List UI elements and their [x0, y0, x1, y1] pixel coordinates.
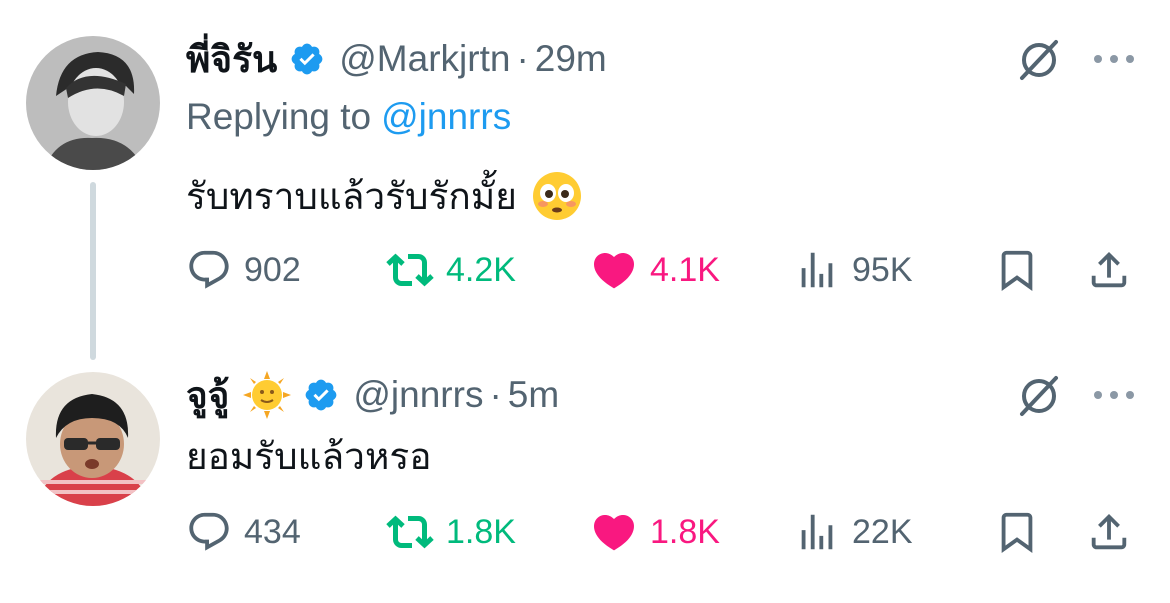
bookmark-button[interactable] — [994, 240, 1040, 300]
avatar[interactable] — [26, 36, 160, 170]
retweet-icon — [386, 253, 434, 287]
tweet-actions: 902 4.2K 4.1K 95K — [186, 240, 1134, 300]
share-button[interactable] — [1086, 240, 1132, 300]
avatar[interactable] — [26, 372, 160, 506]
verified-icon[interactable] — [303, 377, 339, 413]
views-count: 22K — [852, 512, 913, 551]
like-count: 1.8K — [650, 512, 720, 551]
replying-to-handle[interactable]: @jnnrrs — [381, 96, 511, 138]
sun-with-face-emoji — [243, 371, 292, 419]
flushed-face-emoji — [531, 170, 583, 222]
like-icon — [593, 515, 635, 551]
timestamp[interactable]: 29m — [535, 38, 607, 80]
views-button[interactable]: 95K — [794, 240, 913, 300]
tweet-text: รับทราบแล้วรับรักมั้ย — [186, 174, 517, 218]
tweet-body: ยอมรับแล้วหรอ — [186, 428, 431, 484]
more-icon[interactable] — [1090, 370, 1138, 420]
tweet-actions: 434 1.8K 1.8K 22K — [186, 502, 1134, 562]
tweet-header: พี่จิรัน @Markjrtn · 29m — [186, 34, 607, 84]
grok-icon[interactable] — [1014, 34, 1064, 84]
like-icon — [593, 253, 635, 289]
tweet-header: จูจู้ @jnnrrs · 5m — [186, 370, 559, 420]
more-icon[interactable] — [1090, 34, 1138, 84]
reply-icon — [189, 512, 229, 551]
tweet-text: ยอมรับแล้วหรอ — [186, 434, 432, 478]
thread-connector-line — [90, 182, 96, 360]
views-icon — [801, 252, 833, 288]
user-handle[interactable]: @Markjrtn — [339, 38, 510, 80]
reply-button[interactable]: 434 — [186, 502, 301, 562]
reply-count: 434 — [244, 512, 301, 551]
like-button[interactable]: 4.1K — [590, 240, 720, 300]
user-handle[interactable]: @jnnrrs — [353, 374, 483, 416]
views-count: 95K — [852, 250, 913, 289]
replying-to: Replying to @jnnrrs — [186, 92, 511, 142]
bookmark-icon — [1001, 250, 1033, 291]
separator-dot: · — [489, 374, 502, 415]
retweet-button[interactable]: 1.8K — [386, 502, 516, 562]
replying-to-label: Replying to — [186, 96, 372, 137]
timestamp[interactable]: 5m — [508, 374, 559, 416]
display-name[interactable]: จูจู้ — [186, 366, 229, 425]
retweet-count: 4.2K — [446, 250, 516, 289]
bookmark-button[interactable] — [994, 502, 1040, 562]
bookmark-icon — [1001, 512, 1033, 553]
verified-icon[interactable] — [289, 41, 325, 77]
views-button[interactable]: 22K — [794, 502, 913, 562]
views-icon — [801, 514, 833, 550]
tweet-body: รับทราบแล้วรับรักมั้ย — [186, 168, 583, 224]
reply-count: 902 — [244, 250, 301, 289]
reply-icon — [189, 250, 229, 289]
reply-button[interactable]: 902 — [186, 240, 301, 300]
share-button[interactable] — [1086, 502, 1132, 562]
share-icon — [1091, 251, 1127, 288]
retweet-button[interactable]: 4.2K — [386, 240, 516, 300]
grok-icon[interactable] — [1014, 370, 1064, 420]
share-icon — [1091, 513, 1127, 550]
retweet-icon — [386, 515, 434, 549]
separator-dot: · — [516, 38, 529, 79]
display-name[interactable]: พี่จิรัน — [186, 30, 277, 89]
like-count: 4.1K — [650, 250, 720, 289]
like-button[interactable]: 1.8K — [590, 502, 720, 562]
retweet-count: 1.8K — [446, 512, 516, 551]
